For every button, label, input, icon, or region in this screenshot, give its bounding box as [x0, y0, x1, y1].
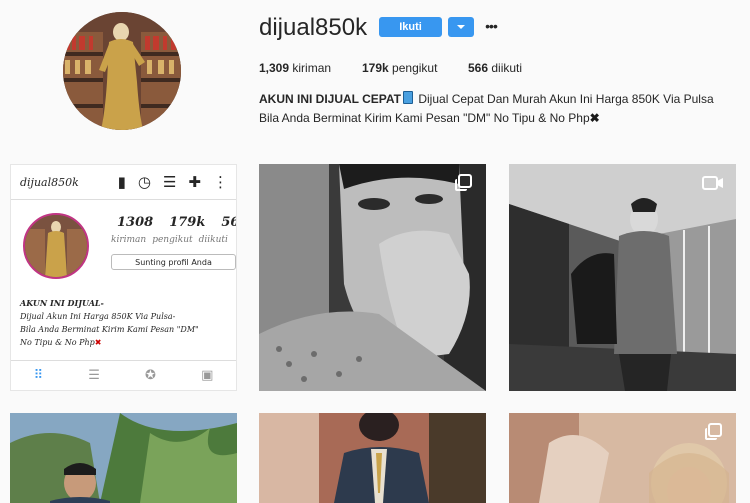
stat-posts: 1,309 kiriman [259, 61, 331, 75]
suggestions-dropdown-button[interactable] [448, 17, 474, 37]
video-camera-icon [702, 176, 723, 190]
post1-bio-line: Bila Anda Berminat Kirim Kami Pesan "DM" [20, 325, 199, 334]
list-icon: ☰ [88, 368, 100, 383]
post1-followers-label: pengikut [152, 235, 193, 245]
post1-bio-line: Dijual Akun Ini Harga 850K Via Pulsa- [20, 312, 176, 321]
post1-avatar [23, 213, 89, 279]
post-tile-3[interactable] [509, 164, 736, 391]
phone-emoji-icon [403, 91, 414, 104]
post1-stat-counts: 1308 179k 566 [117, 215, 236, 230]
bio-heading: AKUN INI DIJUAL CEPAT [259, 92, 402, 106]
chevron-down-icon [457, 25, 465, 29]
profile-bio: AKUN INI DIJUAL CEPAT Dijual Cepat Dan M… [259, 90, 729, 128]
post1-username: dijual850k [20, 176, 79, 189]
profile-avatar[interactable] [63, 12, 181, 130]
tagged-icon: ✪ [145, 368, 156, 383]
history-icon: ◷ [137, 173, 151, 191]
multiple-photos-icon [705, 423, 722, 440]
post-photo [509, 164, 736, 391]
cross-mark-icon: ✖ [94, 338, 102, 347]
avatar-photo [63, 12, 181, 130]
post-tile-1[interactable]: dijual850k ▮ ◷ ☰ ✚ ⋮ 1308 179k 566 kirim… [10, 164, 237, 391]
post1-toolbar: ▮ ◷ ☰ ✚ ⋮ [118, 173, 228, 191]
stat-followers-label: pengikut [392, 61, 438, 75]
stat-following-count: 566 [468, 61, 489, 75]
post1-bio-line: No Tipu & No Php✖ [20, 336, 230, 349]
follow-button[interactable]: Ikuti [379, 17, 442, 37]
multiple-photos-icon [455, 174, 472, 191]
divider [11, 360, 236, 361]
stat-following[interactable]: 566 diikuti [468, 61, 522, 75]
grid-icon: ⠿ [33, 368, 44, 383]
post1-bio-line: AKUN INI DIJUAL- [20, 298, 104, 308]
post1-followers-count: 179k [169, 215, 206, 230]
stat-posts-count: 1,309 [259, 61, 290, 75]
stat-followers-count: 179k [362, 61, 389, 75]
post1-posts-label: kiriman [111, 235, 147, 245]
post-tile-5[interactable] [259, 413, 486, 503]
kebab-menu-icon: ⋮ [213, 173, 228, 191]
post1-stat-labels: kiriman pengikut diikuti [111, 235, 228, 245]
list-icon: ☰ [162, 173, 177, 191]
stat-following-label: diikuti [491, 61, 523, 75]
person-tag-icon: ▣ [201, 368, 214, 383]
cross-mark-icon: ✖ [589, 111, 600, 125]
post-photo [10, 413, 237, 503]
post-tile-6[interactable] [509, 413, 736, 503]
add-person-icon: ✚ [188, 173, 201, 191]
post-photo [259, 164, 486, 391]
post1-tab-bar: ⠿ ☰ ✪ ▣ [11, 368, 236, 383]
post-tile-4[interactable] [10, 413, 237, 503]
post-tile-2[interactable] [259, 164, 486, 391]
bar-chart-icon: ▮ [117, 173, 126, 191]
more-options-button[interactable]: ••• [483, 16, 499, 36]
post1-following-count: 566 [221, 215, 236, 230]
post1-following-label: diikuti [198, 235, 228, 245]
post1-bio: AKUN INI DIJUAL- Dijual Akun Ini Harga 8… [20, 297, 230, 349]
stat-followers[interactable]: 179k pengikut [362, 61, 437, 75]
post1-edit-profile-button: Sunting profil Anda [111, 254, 236, 270]
divider [11, 199, 236, 200]
post-photo [259, 413, 486, 503]
stat-posts-label: kiriman [292, 61, 332, 75]
post1-posts-count: 1308 [117, 215, 154, 230]
post1-bio-line-text: No Tipu & No Php [20, 338, 95, 347]
avatar-photo [25, 215, 87, 277]
profile-username: dijual850k [259, 14, 368, 41]
post-photo [509, 413, 736, 503]
